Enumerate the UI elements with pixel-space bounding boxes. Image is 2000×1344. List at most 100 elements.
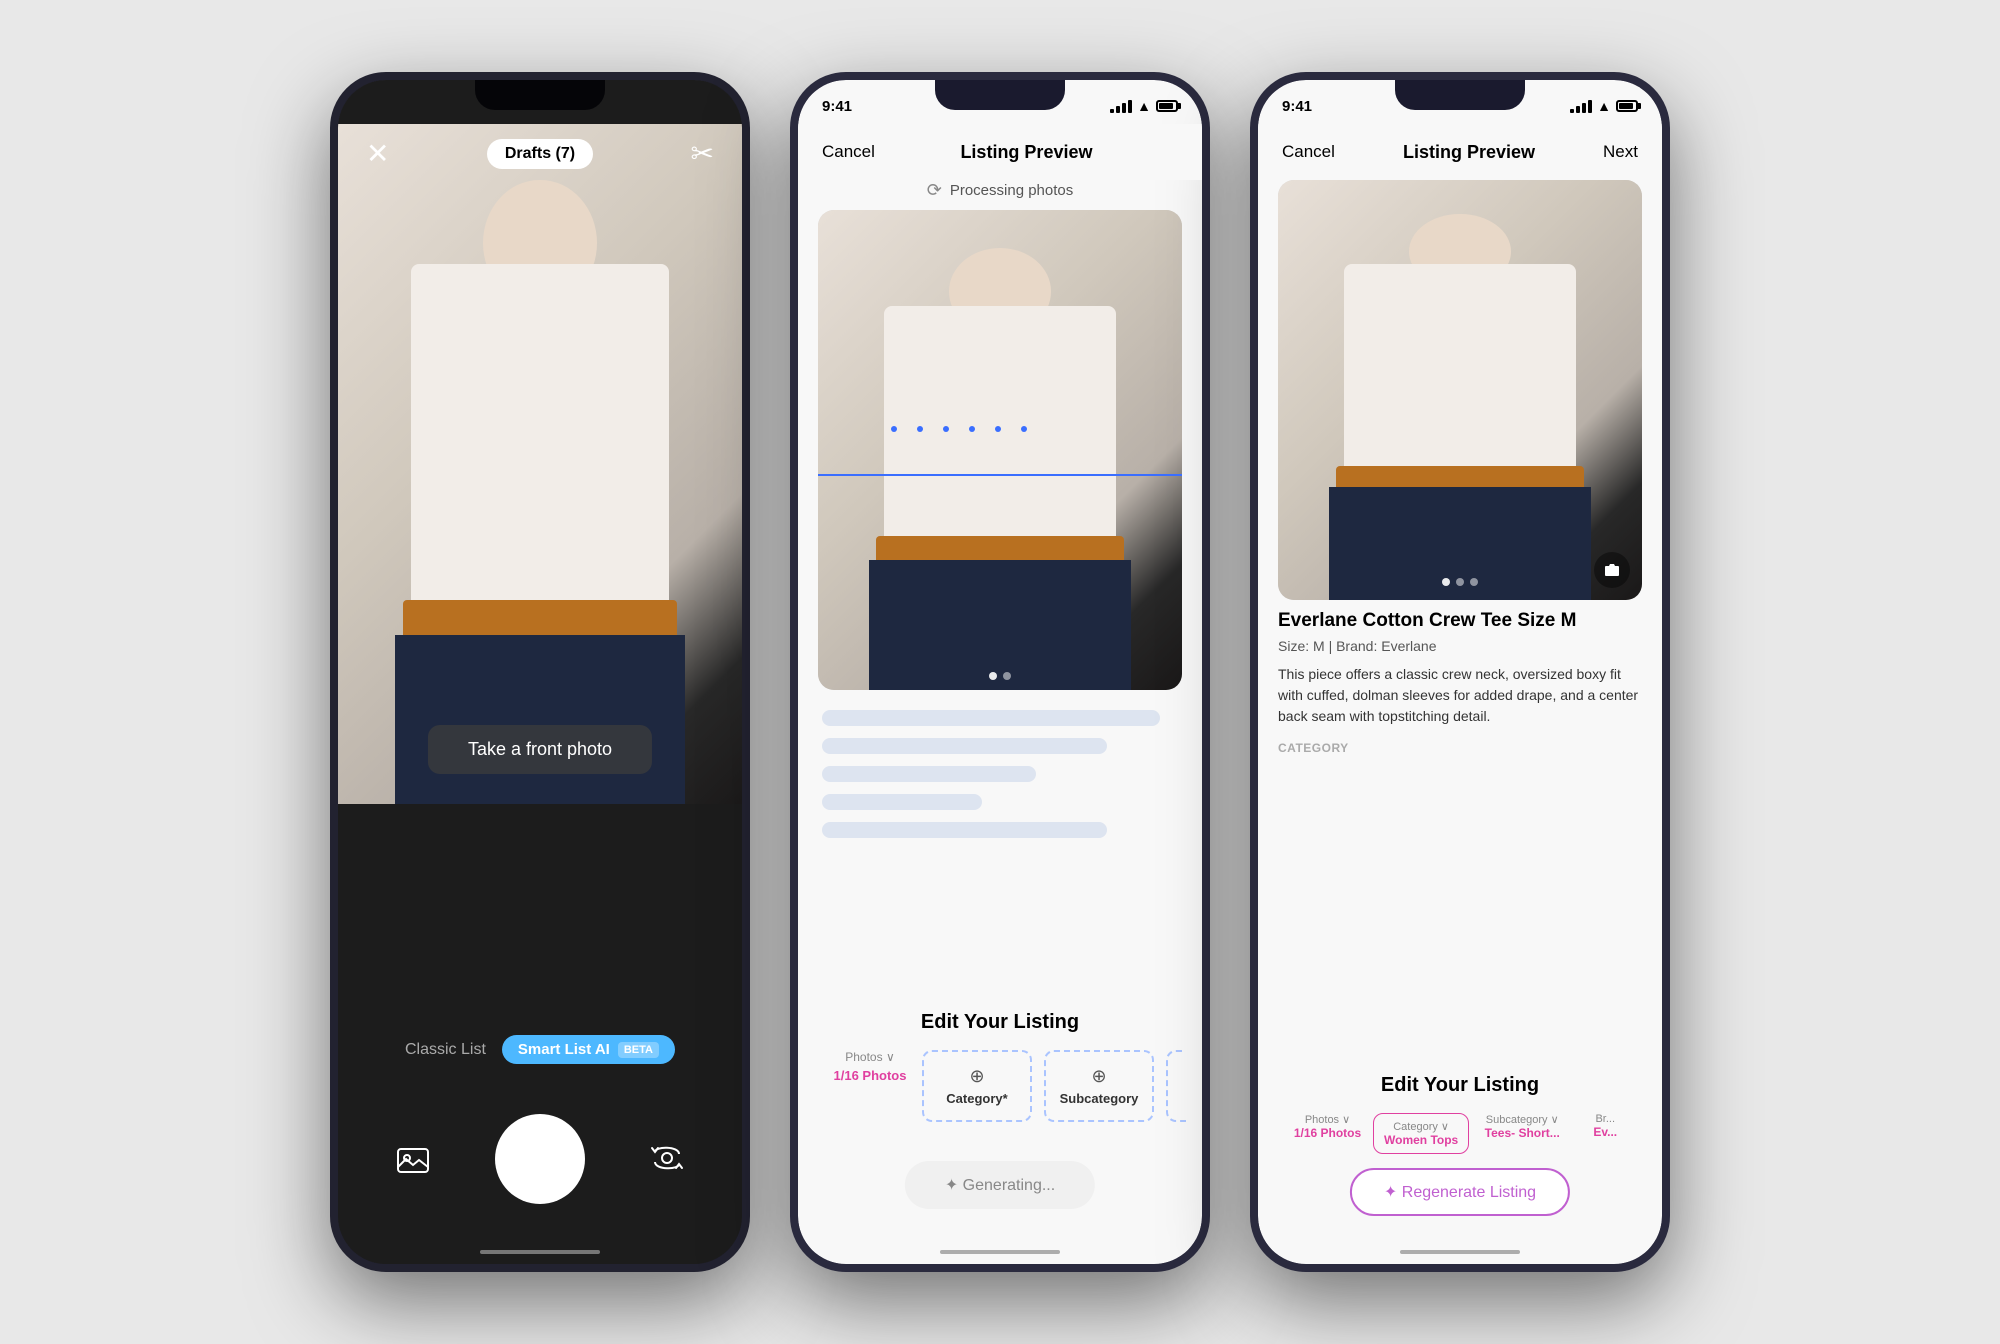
tab3-category-label: Category ∨	[1393, 1120, 1449, 1133]
tab3-brand-label: Br...	[1595, 1113, 1615, 1125]
gallery-button[interactable]	[388, 1134, 438, 1184]
listing-image-area	[818, 210, 1182, 690]
phone2-nav-header: Cancel Listing Preview	[798, 124, 1202, 180]
edit-listing-title: Edit Your Listing	[814, 1011, 1186, 1034]
proc-dot	[891, 426, 897, 432]
scissors-icon[interactable]: ✂	[691, 137, 714, 171]
edit-tabs-p3: Photos ∨ 1/16 Photos Category ∨ Women To…	[1274, 1113, 1646, 1154]
skeleton-line-1	[822, 710, 1160, 726]
page-title: Listing Preview	[960, 142, 1092, 163]
status-time-p3: 9:41	[1282, 98, 1312, 115]
tab3-photos[interactable]: Photos ∨ 1/16 Photos	[1290, 1113, 1365, 1154]
photo-bg-p2	[818, 210, 1182, 690]
camera-overlay-icon[interactable]	[1594, 552, 1630, 588]
notch	[935, 80, 1065, 110]
tab3-category-value: Women Tops	[1384, 1133, 1458, 1147]
tab3-subcategory-label: Subcategory ∨	[1486, 1113, 1559, 1126]
carousel-dot-2[interactable]	[1003, 672, 1011, 680]
category-label: CATEGORY	[1278, 741, 1642, 755]
camera-bottom: Classic List Smart List AI BETA	[338, 804, 742, 1264]
skeleton-line-2	[822, 738, 1107, 754]
proc-dot	[969, 426, 975, 432]
status-icons-p3: ▲	[1570, 98, 1638, 114]
regenerate-button[interactable]: ✦ Regenerate Listing	[1350, 1168, 1570, 1216]
processing-text: Processing photos	[950, 182, 1073, 199]
signal-bars	[1110, 100, 1132, 113]
phone-processing: 9:41 ▲ Cancel Listing Pre	[790, 72, 1210, 1272]
proc-dot	[917, 426, 923, 432]
camera-viewfinder: Take a front photo	[338, 124, 742, 824]
drafts-badge[interactable]: Drafts (7)	[487, 139, 593, 169]
edit-listing-section-p3: Edit Your Listing Photos ∨ 1/16 Photos C…	[1258, 1060, 1662, 1164]
notch	[475, 80, 605, 110]
battery-icon	[1156, 100, 1178, 112]
phone3-nav-header: Cancel Listing Preview Next	[1258, 124, 1662, 180]
camera-controls	[338, 1114, 742, 1204]
proc-dot	[995, 426, 1001, 432]
tab3-brand[interactable]: Br... Ev...	[1575, 1113, 1635, 1154]
phone-listing-detail: 9:41 ▲ Cancel Listing Pre	[1250, 72, 1670, 1272]
battery-icon-p3	[1616, 100, 1638, 112]
photo-background	[338, 124, 742, 824]
next-button-p3[interactable]: Next	[1603, 142, 1638, 162]
tab3-brand-value: Ev...	[1593, 1125, 1617, 1139]
skeleton-line-5	[822, 822, 1107, 838]
generating-label: ✦ Generating...	[945, 1175, 1055, 1195]
camera-header: ✕ Drafts (7) ✂	[338, 124, 742, 184]
carousel-dot-1-p3[interactable]	[1442, 578, 1450, 586]
flip-camera-button[interactable]	[642, 1134, 692, 1184]
cancel-button-p3[interactable]: Cancel	[1282, 142, 1335, 162]
signal-bars-p3	[1570, 100, 1592, 113]
notch	[1395, 80, 1525, 110]
tab3-photos-label: Photos ∨	[1305, 1113, 1350, 1126]
proc-dot	[943, 426, 949, 432]
photos-tab-label: Photos ∨	[845, 1050, 894, 1064]
tab3-subcategory[interactable]: Subcategory ∨ Tees- Short...	[1477, 1113, 1567, 1154]
listing-mode-row: Classic List Smart List AI BETA	[405, 1035, 675, 1064]
carousel-dots	[989, 672, 1011, 680]
listing-description: This piece offers a classic crew neck, o…	[1278, 664, 1642, 727]
edit-tab-category[interactable]: ⊕ Category*	[922, 1050, 1032, 1122]
home-indicator	[480, 1250, 600, 1254]
proc-dot	[1021, 426, 1027, 432]
spinner-icon: ⟳	[927, 180, 942, 201]
edit-listing-section: Edit Your Listing Photos ∨ 1/16 Photos ⊕…	[798, 995, 1202, 1134]
carousel-dot-2-p3[interactable]	[1456, 578, 1464, 586]
wifi-icon-p3: ▲	[1597, 98, 1611, 114]
status-time: 9:41	[822, 98, 852, 115]
processing-dots	[891, 426, 1027, 432]
carousel-dot-1[interactable]	[989, 672, 997, 680]
skeleton-line-4	[822, 794, 982, 810]
edit-tab-subcategory[interactable]: ⊕ Subcategory	[1044, 1050, 1154, 1122]
product-title: Everlane Cotton Crew Tee Size M	[1278, 610, 1642, 632]
smart-list-badge[interactable]: Smart List AI BETA	[502, 1035, 675, 1064]
category-icon: ⊕	[969, 1066, 984, 1087]
skeleton-line-3	[822, 766, 1036, 782]
phone-camera: ✕ Drafts (7) ✂ Take a front photo	[330, 72, 750, 1272]
listing-info: Everlane Cotton Crew Tee Size M Size: M …	[1278, 610, 1642, 759]
subcategory-tab-label: Subcategory	[1060, 1091, 1139, 1106]
classic-list-label[interactable]: Classic List	[405, 1041, 486, 1059]
tab3-category[interactable]: Category ∨ Women Tops	[1373, 1113, 1469, 1154]
page-title-p3: Listing Preview	[1403, 142, 1535, 163]
edit-tab-photos[interactable]: Photos ∨ 1/16 Photos	[830, 1050, 910, 1122]
processing-screen: 9:41 ▲ Cancel Listing Pre	[798, 80, 1202, 1264]
camera-screen: ✕ Drafts (7) ✂ Take a front photo	[338, 80, 742, 1264]
generating-button: ✦ Generating...	[905, 1161, 1095, 1209]
status-icons: ▲	[1110, 98, 1178, 114]
smart-list-label: Smart List AI	[518, 1041, 610, 1058]
carousel-dots-p3	[1442, 578, 1478, 586]
photo-bg-p3	[1278, 180, 1642, 600]
cancel-button[interactable]: Cancel	[822, 142, 875, 162]
processing-scan-line	[818, 474, 1182, 476]
edit-listing-title-p3: Edit Your Listing	[1274, 1074, 1646, 1097]
processing-banner: ⟳ Processing photos	[798, 180, 1202, 201]
tab3-photos-value: 1/16 Photos	[1294, 1126, 1361, 1140]
edit-tab-brand[interactable]: ⊕ B...	[1166, 1050, 1186, 1122]
tab3-subcategory-value: Tees- Short...	[1485, 1126, 1560, 1140]
close-icon[interactable]: ✕	[366, 137, 389, 171]
edit-tabs: Photos ∨ 1/16 Photos ⊕ Category* ⊕	[814, 1050, 1186, 1122]
carousel-dot-3-p3[interactable]	[1470, 578, 1478, 586]
photo-jeans-p2	[869, 560, 1131, 690]
shutter-button[interactable]	[495, 1114, 585, 1204]
